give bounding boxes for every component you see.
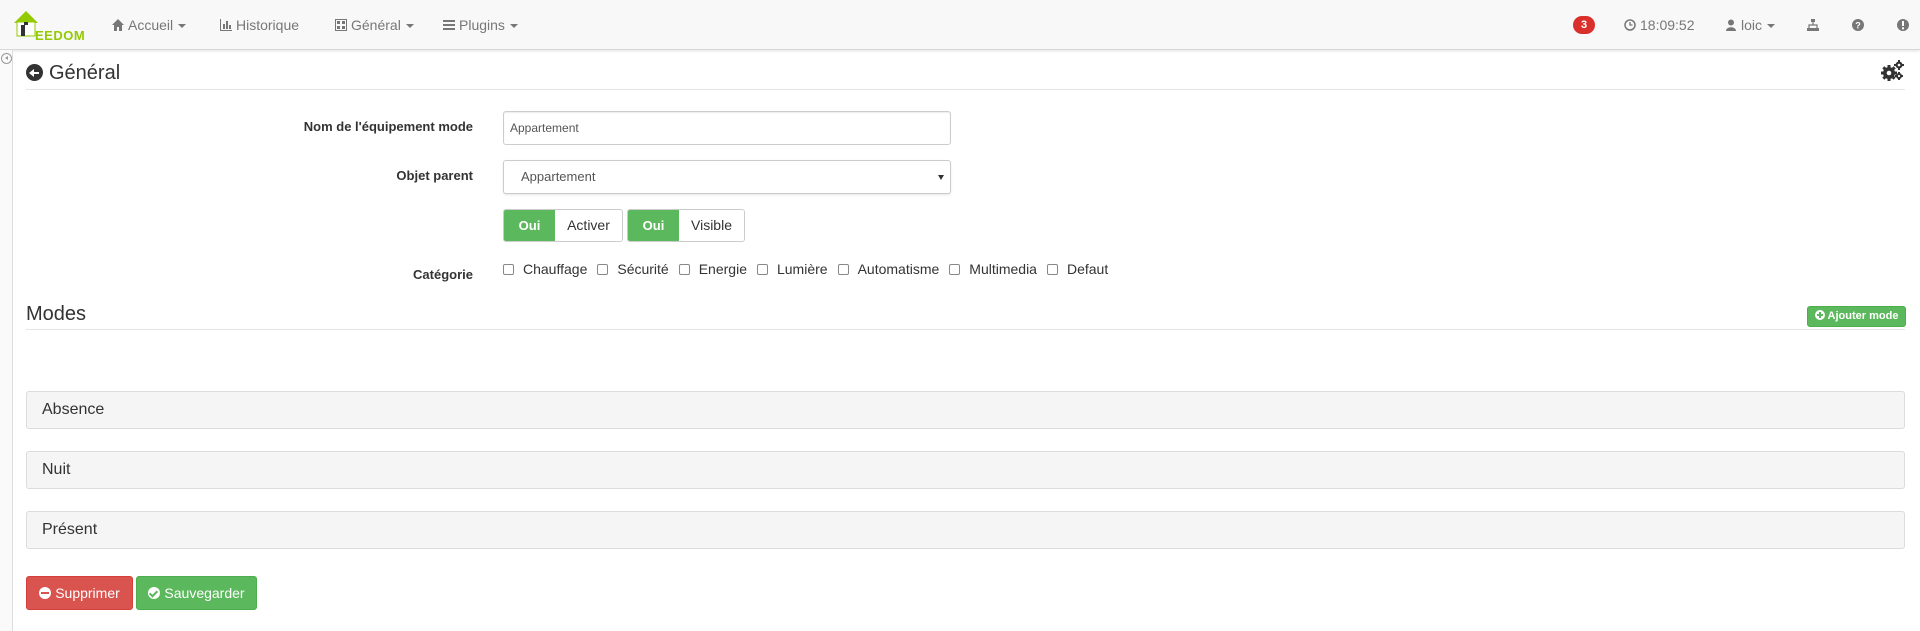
checkbox[interactable] xyxy=(837,263,849,275)
category-defaut[interactable]: Defaut xyxy=(1046,261,1109,277)
delete-label: Supprimer xyxy=(55,585,120,601)
parent-object-select[interactable]: Appartement xyxy=(503,160,951,194)
category-option-label: Defaut xyxy=(1066,261,1109,277)
nav-help[interactable]: ? xyxy=(1852,0,1868,50)
add-mode-button[interactable]: Ajouter mode xyxy=(1807,306,1906,327)
chevron-down-icon xyxy=(1767,24,1776,28)
category-automatisme[interactable]: Automatisme xyxy=(837,261,940,277)
delete-button[interactable]: Supprimer xyxy=(26,576,133,610)
save-button[interactable]: Sauvegarder xyxy=(136,576,257,610)
add-mode-label: Ajouter mode xyxy=(1827,310,1899,322)
nav-clock: 18:09:52 xyxy=(1624,0,1695,50)
help-icon: ? xyxy=(1852,19,1864,31)
nav-historique[interactable]: Historique xyxy=(220,0,299,50)
chevron-down-icon xyxy=(405,24,414,28)
checkbox[interactable] xyxy=(1046,263,1058,275)
category-multimedia[interactable]: Multimedia xyxy=(949,261,1037,277)
enable-toggle[interactable]: Oui Activer xyxy=(503,209,623,242)
title-divider xyxy=(26,89,1905,90)
page-title-text: Général xyxy=(49,62,121,84)
exclamation-icon xyxy=(1897,19,1909,31)
category-option-label: Lumière xyxy=(776,261,828,277)
brand-text: EEDOM xyxy=(35,28,86,43)
back-arrow-icon[interactable] xyxy=(26,64,43,81)
mode-panel-present[interactable]: Présent xyxy=(26,511,1905,549)
category-option-label: Sécurité xyxy=(617,261,669,277)
minus-circle-icon xyxy=(39,587,52,599)
nav-general-label: Général xyxy=(351,17,401,33)
category-energie[interactable]: Energie xyxy=(678,261,747,277)
dropdown-arrow-icon xyxy=(938,175,944,180)
category-option-label: Energie xyxy=(698,261,747,277)
chevron-down-icon xyxy=(178,24,187,28)
modes-divider xyxy=(26,329,1905,330)
gears-icon[interactable] xyxy=(1880,60,1904,82)
modes-title: Modes xyxy=(26,303,87,325)
page-title: Général xyxy=(26,62,120,85)
visible-toggle-label[interactable]: Visible xyxy=(679,210,744,241)
dashboard-icon xyxy=(335,19,347,31)
sitemap-icon xyxy=(1807,19,1819,31)
collapse-icon[interactable] xyxy=(1,53,12,64)
side-collapse-strip xyxy=(0,50,13,631)
home-icon xyxy=(112,19,124,31)
nav-sitemap[interactable] xyxy=(1807,0,1823,50)
chevron-down-icon xyxy=(509,24,518,28)
category-option-label: Automatisme xyxy=(857,261,940,277)
nav-plugins[interactable]: Plugins xyxy=(443,0,518,50)
nav-plugins-label: Plugins xyxy=(459,17,505,33)
nav-info[interactable] xyxy=(1897,0,1913,50)
equipment-name-input[interactable] xyxy=(503,111,951,145)
checkbox[interactable] xyxy=(949,263,961,275)
nav-accueil-label: Accueil xyxy=(128,17,174,33)
clock-time: 18:09:52 xyxy=(1640,17,1695,33)
user-name: loic xyxy=(1741,17,1763,33)
name-label: Nom de l'équipement mode xyxy=(303,119,473,134)
parent-label: Objet parent xyxy=(396,168,473,183)
category-lumiere[interactable]: Lumière xyxy=(756,261,828,277)
category-chauffage[interactable]: Chauffage xyxy=(503,261,587,277)
checkbox[interactable] xyxy=(597,263,609,275)
nav-general[interactable]: Général xyxy=(335,0,414,50)
visible-toggle[interactable]: Oui Visible xyxy=(627,209,745,242)
parent-object-value: Appartement xyxy=(521,169,596,184)
user-icon xyxy=(1726,19,1736,31)
mode-panel-nuit[interactable]: Nuit xyxy=(26,451,1905,489)
checkbox[interactable] xyxy=(678,263,690,275)
mode-panel-absence[interactable]: Absence xyxy=(26,391,1905,429)
notification-badge[interactable]: 3 xyxy=(1573,16,1595,34)
category-label: Catégorie xyxy=(413,267,473,282)
checkbox[interactable] xyxy=(756,263,768,275)
clock-icon xyxy=(1624,19,1636,31)
save-label: Sauvegarder xyxy=(164,585,245,601)
nav-user[interactable]: loic xyxy=(1725,0,1776,50)
svg-text:?: ? xyxy=(1855,21,1861,31)
nav-historique-label: Historique xyxy=(236,17,300,33)
visible-toggle-on[interactable]: Oui xyxy=(628,210,679,241)
list-icon xyxy=(443,20,455,30)
check-circle-icon xyxy=(148,587,161,599)
category-option-label: Multimedia xyxy=(969,261,1037,277)
plus-circle-icon xyxy=(1814,310,1825,320)
enable-toggle-label[interactable]: Activer xyxy=(555,210,622,241)
top-navbar: EEDOM Accueil Historique Général Plugins… xyxy=(0,0,1920,50)
bar-chart-icon xyxy=(220,19,232,31)
category-option-label: Chauffage xyxy=(523,261,588,277)
jeedom-logo[interactable]: EEDOM xyxy=(12,8,86,43)
enable-toggle-on[interactable]: Oui xyxy=(504,210,555,241)
checkbox[interactable] xyxy=(503,263,514,275)
nav-accueil[interactable]: Accueil xyxy=(112,0,187,50)
category-checkboxes: Chauffage Sécurité Energie Lumière Autom… xyxy=(503,261,1118,277)
category-securite[interactable]: Sécurité xyxy=(597,261,669,277)
